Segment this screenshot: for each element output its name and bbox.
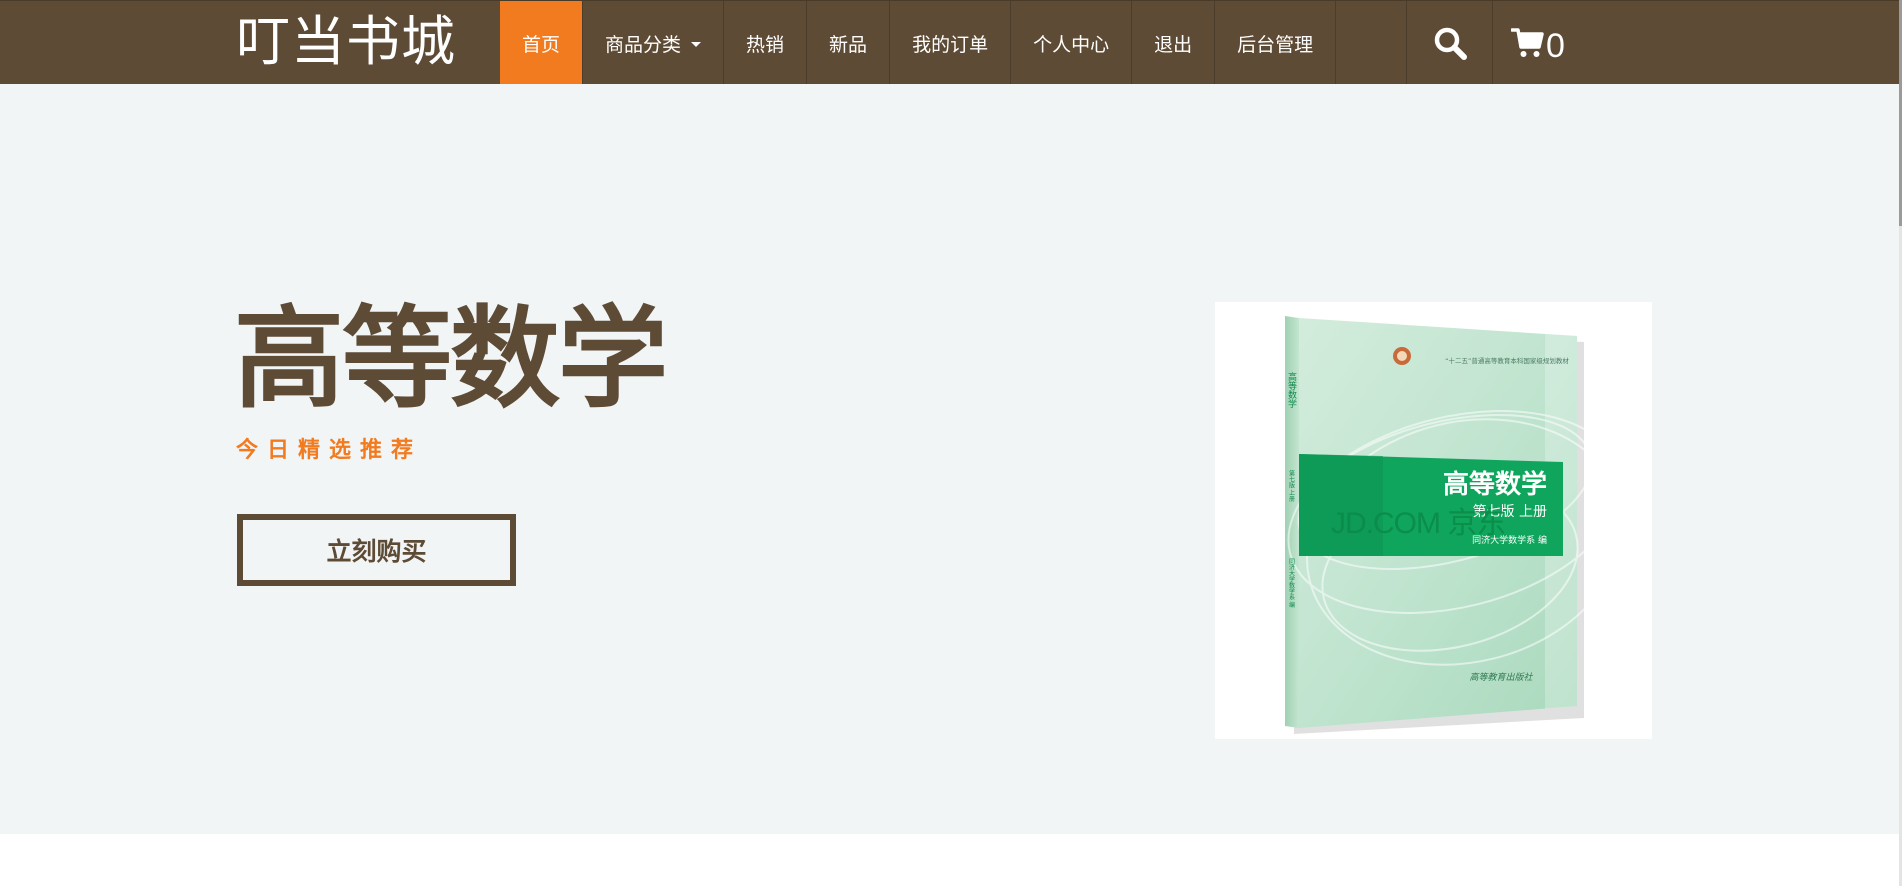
book-series-line: “十二五”普通高等教育本科国家级规划教材: [1445, 356, 1569, 365]
chevron-down-icon: [691, 42, 702, 47]
spine-author: 同济大学数学系 编: [1288, 558, 1295, 609]
nav-item-home[interactable]: 首页: [500, 1, 584, 85]
site-logo[interactable]: 叮当书城: [236, 9, 456, 75]
book-cover-illustration: “十二五”普通高等教育本科国家级规划教材 高等数学 第七版 上册 同济大学数学系…: [1285, 316, 1624, 734]
buy-now-button[interactable]: 立刻购买: [237, 514, 516, 586]
nav-item-label: 新品: [829, 33, 868, 56]
cart-icon: [1511, 28, 1544, 57]
nav-item-profile[interactable]: 个人中心: [1011, 1, 1133, 85]
nav-item-label: 首页: [522, 33, 561, 56]
nav-item-my-orders[interactable]: 我的订单: [890, 1, 1012, 85]
nav-item-label: 我的订单: [912, 33, 989, 56]
hero-subtitle: 今日精选推荐: [236, 438, 423, 463]
spine-title: 高等数学: [1286, 371, 1297, 408]
nav-item-new[interactable]: 新品: [807, 1, 891, 85]
nav-item-hot[interactable]: 热销: [724, 1, 808, 85]
cover-publisher: 高等教育出版社: [1469, 672, 1533, 683]
book-cover-image[interactable]: “十二五”普通高等教育本科国家级规划教材 高等数学 第七版 上册 同济大学数学系…: [1215, 302, 1652, 739]
cart-button[interactable]: 0: [1492, 1, 1583, 85]
nav-item-categories[interactable]: 商品分类: [583, 1, 725, 85]
nav-item-label: 热销: [746, 33, 785, 56]
top-navbar: 叮当书城 首页 商品分类 热销 新品 我的订单 个人中心 退出 后台管理 0: [0, 0, 1902, 85]
nav-item-logout[interactable]: 退出: [1132, 1, 1216, 85]
hero-title: 高等数学: [234, 295, 668, 423]
nav-item-label: 个人中心: [1033, 33, 1110, 56]
main-nav: 首页 商品分类 热销 新品 我的订单 个人中心 退出 后台管理: [500, 1, 1337, 85]
nav-item-label: 商品分类: [605, 33, 682, 56]
search-button[interactable]: [1406, 1, 1492, 85]
nav-item-admin[interactable]: 后台管理: [1215, 1, 1337, 85]
nav-item-label: 退出: [1154, 33, 1193, 56]
jd-watermark: JD.COM 京东: [1331, 507, 1505, 540]
cart-count-badge: 0: [1546, 26, 1565, 65]
nav-actions: 0: [1406, 1, 1583, 85]
hero-banner: 高等数学 今日精选推荐 立刻购买 “十二五”普通高等教育本科国家级规划教材 高等…: [0, 84, 1900, 834]
search-icon: [1434, 27, 1467, 60]
nav-item-label: 后台管理: [1237, 33, 1314, 56]
cover-title: 高等数学: [1443, 469, 1547, 500]
spine-edition: 第七版 上册: [1288, 469, 1295, 503]
